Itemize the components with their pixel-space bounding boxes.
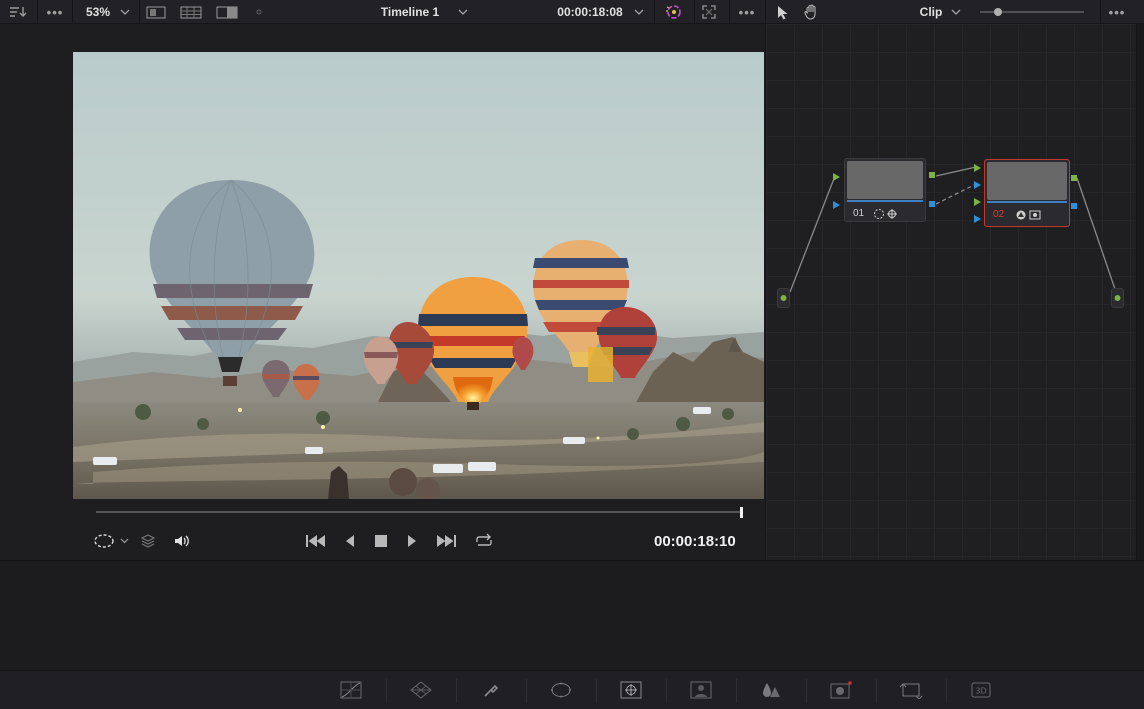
speaker-icon[interactable] bbox=[171, 529, 193, 553]
loop-icon[interactable] bbox=[471, 529, 497, 553]
node-01[interactable]: 01 bbox=[844, 158, 926, 222]
node-02-selected[interactable]: 02 bbox=[984, 159, 1070, 227]
3d-icon[interactable]: 3D bbox=[961, 677, 1001, 703]
node-02-input-1[interactable] bbox=[973, 163, 983, 173]
right-scroll-strip[interactable] bbox=[1136, 24, 1144, 560]
node-connections bbox=[789, 166, 1117, 293]
output-terminal[interactable] bbox=[1111, 288, 1124, 308]
window-chevron-icon[interactable] bbox=[117, 529, 131, 553]
play-icon[interactable] bbox=[402, 529, 422, 553]
zoom-level[interactable]: 53% bbox=[80, 0, 116, 24]
window-icon[interactable] bbox=[541, 677, 581, 703]
sizing-icon[interactable] bbox=[891, 677, 931, 703]
node-02-input-2[interactable] bbox=[973, 180, 983, 190]
node-01-rgb-input[interactable] bbox=[832, 172, 842, 182]
color-warper-icon[interactable] bbox=[401, 677, 441, 703]
node-02-input-4[interactable] bbox=[973, 214, 983, 224]
node-01-thumbnail bbox=[847, 161, 923, 199]
transport-timecode: 00:00:18:10 bbox=[654, 533, 736, 550]
viewer-timecode[interactable]: 00:00:18:08 bbox=[552, 0, 628, 24]
skip-to-end-icon[interactable] bbox=[434, 529, 458, 553]
node-01-key-input[interactable] bbox=[832, 200, 842, 210]
viewer-image[interactable] bbox=[73, 52, 764, 499]
node-01-rgb-output[interactable] bbox=[929, 172, 935, 178]
indicator-dot-icon bbox=[254, 0, 264, 24]
layers-icon[interactable] bbox=[138, 529, 158, 553]
tracker-icon[interactable] bbox=[611, 677, 651, 703]
transport-bar: 00:00:18:10 bbox=[72, 499, 765, 560]
timeline-chevron-icon[interactable] bbox=[455, 0, 471, 24]
scrubber-playhead[interactable] bbox=[740, 507, 743, 518]
node-02-rgb-output[interactable] bbox=[1071, 175, 1077, 181]
viewer-options-icon[interactable]: ••• bbox=[734, 0, 760, 24]
node-02-key-output[interactable] bbox=[1071, 203, 1077, 209]
node-01-label: 01 bbox=[853, 208, 865, 219]
hand-tool-icon[interactable] bbox=[802, 0, 820, 24]
node-02-effects-icon bbox=[1016, 210, 1041, 220]
node-02-input-3[interactable] bbox=[973, 197, 983, 207]
more-options-icon[interactable]: ••• bbox=[42, 0, 68, 24]
node-graph[interactable]: 01 02 bbox=[765, 24, 1136, 560]
left-panel-strip bbox=[0, 24, 72, 560]
sort-icon[interactable] bbox=[6, 0, 30, 24]
balloon-frame bbox=[73, 52, 764, 499]
node-options-icon[interactable]: ••• bbox=[1104, 0, 1130, 24]
skip-to-start-icon[interactable] bbox=[304, 529, 328, 553]
pointer-tool-icon[interactable] bbox=[774, 0, 792, 24]
play-reverse-icon[interactable] bbox=[340, 529, 360, 553]
source-input[interactable] bbox=[777, 288, 790, 308]
gallery-view-icon[interactable] bbox=[179, 0, 203, 24]
node-01-bar bbox=[847, 200, 923, 202]
blur-icon[interactable] bbox=[751, 677, 791, 703]
top-toolbar: ••• 53% Timeline 1 00:00:18:08 ••• Clip bbox=[0, 0, 1144, 24]
node-zoom-slider[interactable] bbox=[976, 0, 1088, 24]
node-02-label: 02 bbox=[993, 209, 1005, 220]
key-icon[interactable] bbox=[821, 677, 861, 703]
node-02-bar bbox=[987, 201, 1067, 203]
palette-toolbar: 3D bbox=[0, 670, 1144, 709]
chevron-down-icon[interactable] bbox=[117, 0, 133, 24]
stop-icon[interactable] bbox=[371, 529, 391, 553]
timecode-chevron-icon[interactable] bbox=[631, 0, 647, 24]
node-01-key-output[interactable] bbox=[929, 201, 935, 207]
curves-icon[interactable] bbox=[331, 677, 371, 703]
single-viewer-icon[interactable] bbox=[145, 0, 167, 24]
color-effects-icon[interactable] bbox=[662, 0, 684, 24]
fullscreen-icon[interactable] bbox=[699, 0, 719, 24]
qualifier-icon[interactable] bbox=[471, 677, 511, 703]
palette-area bbox=[0, 560, 1144, 670]
scrubber-track[interactable] bbox=[96, 511, 742, 513]
node-01-window-tracker-icon bbox=[874, 209, 897, 219]
node-mode-selector[interactable]: Clip bbox=[914, 0, 948, 24]
svg-text:3D: 3D bbox=[975, 687, 986, 696]
window-shape-icon[interactable] bbox=[92, 529, 116, 553]
timeline-name[interactable]: Timeline 1 bbox=[370, 0, 450, 24]
viewer-header bbox=[72, 24, 765, 52]
split-screen-icon[interactable] bbox=[215, 0, 239, 24]
node-02-thumbnail bbox=[987, 162, 1067, 200]
clip-chevron-icon[interactable] bbox=[949, 0, 963, 24]
magic-mask-icon[interactable] bbox=[681, 677, 721, 703]
